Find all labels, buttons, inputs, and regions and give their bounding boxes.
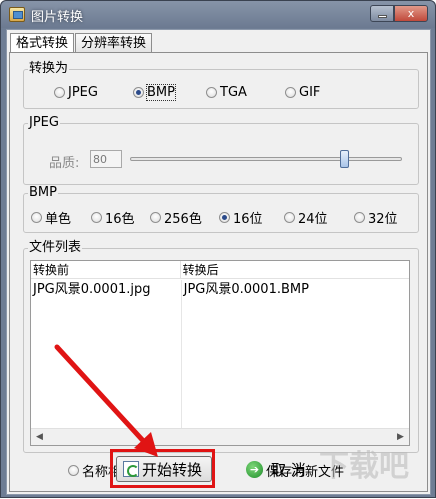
app-window: 图片转换 x 格式转换 分辨率转换 转换为 JPEG BMP TGA GIF J… — [0, 0, 436, 498]
highlight-arrow — [54, 344, 158, 457]
watermark-logo: 下载吧 — [319, 449, 409, 484]
